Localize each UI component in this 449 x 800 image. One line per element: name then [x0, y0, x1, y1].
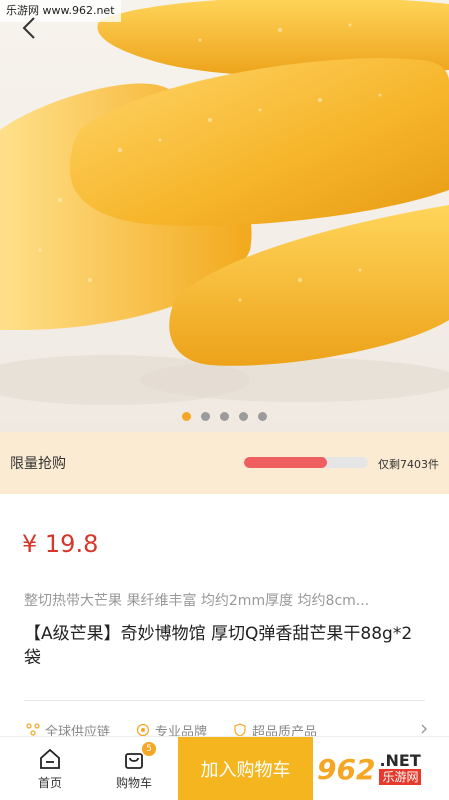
watermark-logo-number: 962: [317, 752, 376, 786]
chevron-right-icon[interactable]: [419, 724, 429, 734]
back-chevron-icon[interactable]: [18, 16, 42, 40]
remaining-stock-text: 仅剩7403件: [378, 458, 439, 471]
tab-cart-label: 购物车: [115, 776, 152, 790]
carousel-dot[interactable]: [220, 412, 229, 421]
carousel-dot[interactable]: [239, 412, 248, 421]
watermark-logo: 962 .NET 乐游网: [313, 737, 449, 800]
flash-sale-title: 限量抢购: [10, 456, 66, 472]
carousel-pagination: [0, 412, 449, 421]
watermark-logo-cn: 乐游网: [379, 769, 422, 785]
product-subtitle: 整切热带大芒果 果纤维丰富 均约2mm厚度 均约8cm...: [24, 593, 370, 609]
home-icon: [40, 748, 60, 769]
tab-cart[interactable]: 购物车 5: [94, 737, 174, 800]
cart-count-badge: 5: [142, 742, 156, 756]
shield-quality-icon: [234, 723, 246, 737]
bottom-action-bar: 首页 购物车 5 加入购物车 962 .NET 乐游网: [0, 736, 449, 800]
tab-home[interactable]: 首页: [10, 737, 90, 800]
brand-badge-icon: [136, 723, 150, 737]
watermark-logo-net: .NET: [379, 751, 421, 770]
divider: [24, 700, 425, 701]
product-image-carousel[interactable]: [0, 0, 449, 432]
product-title: 【A级芒果】奇妙博物馆 厚切Q弹香甜芒果干88g*2袋: [24, 624, 413, 668]
watermark-logo-text: .NET 乐游网: [379, 751, 422, 785]
globe-supply-icon: [26, 723, 40, 736]
stock-progress-fill: [244, 457, 328, 468]
stock-progress-bar: [244, 457, 368, 468]
product-price: ¥ 19.8: [22, 530, 99, 558]
flash-sale-bar: 限量抢购 仅剩7403件: [0, 432, 449, 494]
product-image-dried-mango: [0, 0, 449, 405]
add-to-cart-button[interactable]: 加入购物车: [178, 737, 313, 800]
carousel-dot[interactable]: [201, 412, 210, 421]
tab-home-label: 首页: [37, 776, 62, 790]
carousel-dot[interactable]: [258, 412, 267, 421]
carousel-dot[interactable]: [182, 412, 191, 421]
